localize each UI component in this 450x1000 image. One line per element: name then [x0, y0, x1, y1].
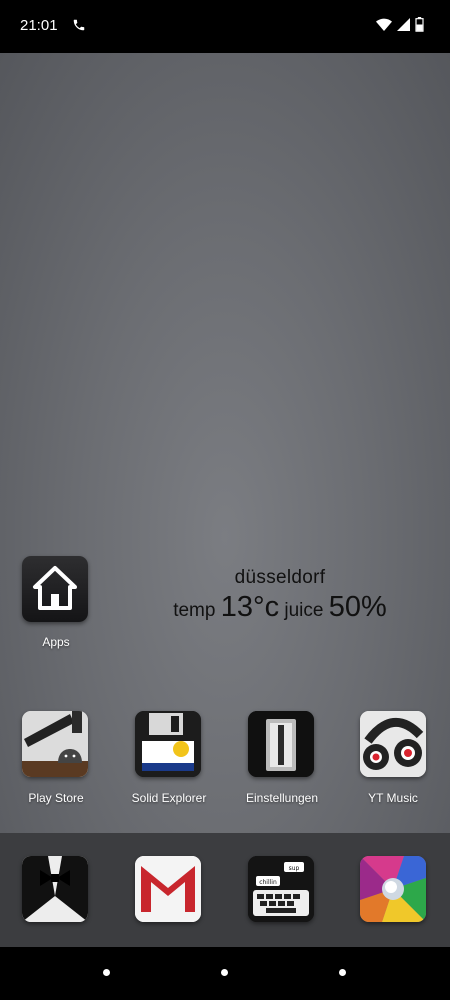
home-house-icon [33, 566, 77, 610]
solid-explorer-app[interactable] [135, 711, 201, 777]
play-store-label: Play Store [28, 791, 84, 805]
photos-pinwheel-icon [360, 856, 426, 922]
status-icons [376, 17, 424, 37]
headphones-icon [360, 711, 426, 777]
apps-button[interactable] [22, 556, 88, 622]
dock-typewriter-app[interactable]: chillin sup [248, 856, 314, 922]
wifi-icon [376, 18, 392, 37]
dock-tuxedo-app[interactable] [22, 856, 88, 922]
temp-label: temp [173, 600, 216, 621]
apps-label: Apps [42, 635, 70, 649]
play-store-app[interactable] [22, 711, 88, 777]
phone-call-icon [72, 18, 86, 37]
dock-gmail-app[interactable] [135, 856, 201, 922]
weather-widget[interactable]: düsseldorf temp 13°c juice 50% [150, 567, 410, 624]
status-time: 21:01 [20, 17, 58, 34]
juice-value: 50% [328, 591, 387, 623]
gmail-icon [135, 856, 201, 922]
temp-value: 13°c [220, 591, 280, 623]
chat-bubble-chillin: chillin [259, 879, 277, 886]
settings-switch-icon [248, 711, 314, 777]
settings-label: Einstellungen [245, 791, 319, 805]
signal-icon [397, 18, 410, 36]
weather-city: düsseldorf [234, 567, 326, 588]
nav-recents-dot[interactable] [339, 969, 346, 976]
juice-label: juice [284, 600, 324, 621]
floppy-disk-icon [135, 711, 201, 777]
typewriter-chat-icon: chillin sup [248, 856, 314, 922]
solid-explorer-label: Solid Explorer [131, 791, 207, 805]
yt-music-label: YT Music [368, 791, 418, 805]
battery-icon [415, 17, 424, 37]
play-store-icon [22, 711, 88, 777]
yt-music-app[interactable] [360, 711, 426, 777]
status-bar: 21:01 [0, 0, 450, 53]
nav-back-dot[interactable] [103, 969, 110, 976]
tuxedo-icon [22, 856, 88, 922]
chat-bubble-sup: sup [289, 865, 300, 872]
dock-photos-app[interactable] [360, 856, 426, 922]
settings-app[interactable] [248, 711, 314, 777]
nav-home-dot[interactable] [221, 969, 228, 976]
